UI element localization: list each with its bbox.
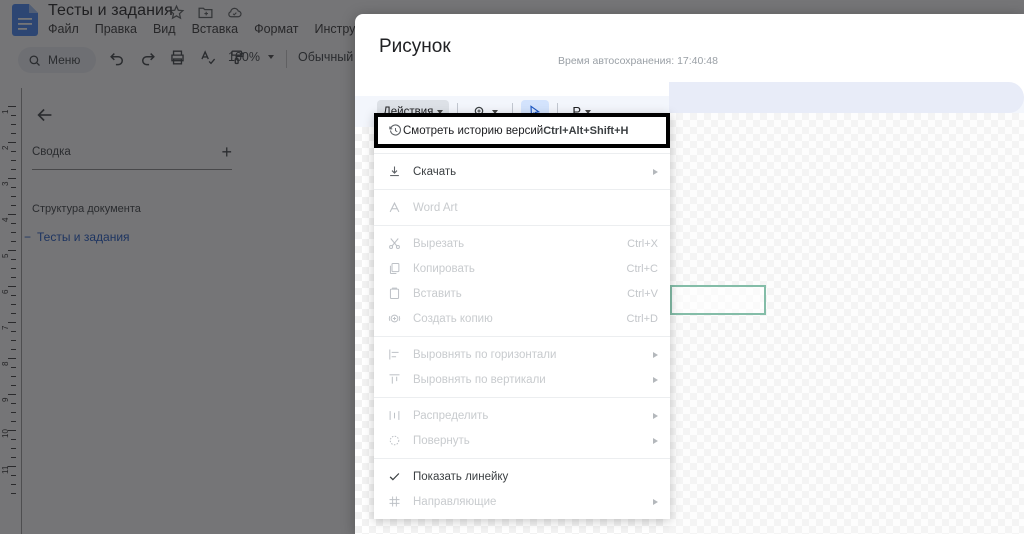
menu-item-version-history[interactable]: Смотреть историю версий Ctrl+Alt+Shift+H (378, 117, 666, 144)
menu-item: Копировать Ctrl+C (374, 256, 670, 281)
align-vertical-icon (386, 372, 402, 388)
menu-item[interactable]: Скачать (374, 159, 670, 184)
menu-item: Выровнять по вертикали (374, 367, 670, 392)
submenu-arrow-icon (653, 437, 658, 444)
menu-item: Направляющие (374, 489, 670, 514)
menu-item-label: Распределить (413, 409, 489, 422)
menu-separator (374, 336, 670, 337)
submenu-arrow-icon (653, 351, 658, 358)
menu-item-label: Смотреть историю версий (403, 124, 544, 137)
menu-separator (374, 397, 670, 398)
menu-item[interactable]: Показать линейку (374, 464, 670, 489)
menu-item-label: Вставить (413, 287, 462, 300)
distribute-icon (386, 408, 402, 424)
menu-item-shortcut: Ctrl+X (627, 237, 658, 250)
actions-dropdown-menu: Смотреть историю версий Ctrl+Alt+Shift+H… (374, 113, 670, 519)
menu-item-shortcut: Ctrl+Alt+Shift+H (543, 124, 629, 137)
submenu-arrow-icon (653, 412, 658, 419)
guides-grid-icon (386, 494, 402, 510)
duplicate-icon (386, 311, 402, 327)
copy-icon (386, 261, 402, 277)
menu-item-label: Показать линейку (413, 470, 509, 483)
menu-separator (374, 225, 670, 226)
align-horizontal-icon (386, 347, 402, 363)
autosave-status: Время автосохранения: 17:40:48 (558, 55, 718, 67)
menu-item-label: Направляющие (413, 495, 497, 508)
dialog-title: Рисунок (379, 36, 451, 57)
drawing-toolbar-extension (669, 82, 1024, 113)
submenu-arrow-icon (653, 376, 658, 383)
check-icon (386, 469, 402, 485)
menu-item-label: Копировать (413, 262, 475, 275)
menu-bottom-padding (374, 514, 670, 519)
download-icon (386, 164, 402, 180)
selected-menu-item-highlight: Смотреть историю версий Ctrl+Alt+Shift+H (374, 113, 670, 148)
menu-item-shortcut: Ctrl+C (626, 262, 658, 275)
menu-item-label: Скачать (413, 165, 457, 178)
menu-item-shortcut: Ctrl+D (626, 312, 658, 325)
menu-item-label: Выровнять по вертикали (413, 373, 546, 386)
screen: Тесты и задания (0, 0, 1024, 534)
rectangle-shape[interactable] (670, 285, 766, 315)
menu-separator (374, 189, 670, 190)
menu-separator (374, 153, 670, 154)
word-art-icon (386, 200, 402, 216)
menu-item-label: Вырезать (413, 237, 465, 250)
menu-item-label: Word Art (413, 201, 458, 214)
menu-item: Вставить Ctrl+V (374, 281, 670, 306)
scissors-icon (386, 236, 402, 252)
menu-item: Повернуть (374, 428, 670, 453)
menu-item-label: Повернуть (413, 434, 470, 447)
menu-item: Распределить (374, 403, 670, 428)
paste-icon (386, 286, 402, 302)
menu-item-label: Создать копию (413, 312, 493, 325)
rotate-icon (386, 433, 402, 449)
menu-item: Создать копию Ctrl+D (374, 306, 670, 331)
menu-item: Word Art (374, 195, 670, 220)
menu-item-label: Выровнять по горизонтали (413, 348, 557, 361)
menu-item: Вырезать Ctrl+X (374, 231, 670, 256)
menu-separator (374, 458, 670, 459)
submenu-arrow-icon (653, 498, 658, 505)
submenu-arrow-icon (653, 168, 658, 175)
drawing-canvas-right[interactable] (669, 113, 1024, 534)
menu-item-shortcut: Ctrl+V (627, 287, 658, 300)
history-clock-icon (388, 123, 403, 138)
menu-item: Выровнять по горизонтали (374, 342, 670, 367)
